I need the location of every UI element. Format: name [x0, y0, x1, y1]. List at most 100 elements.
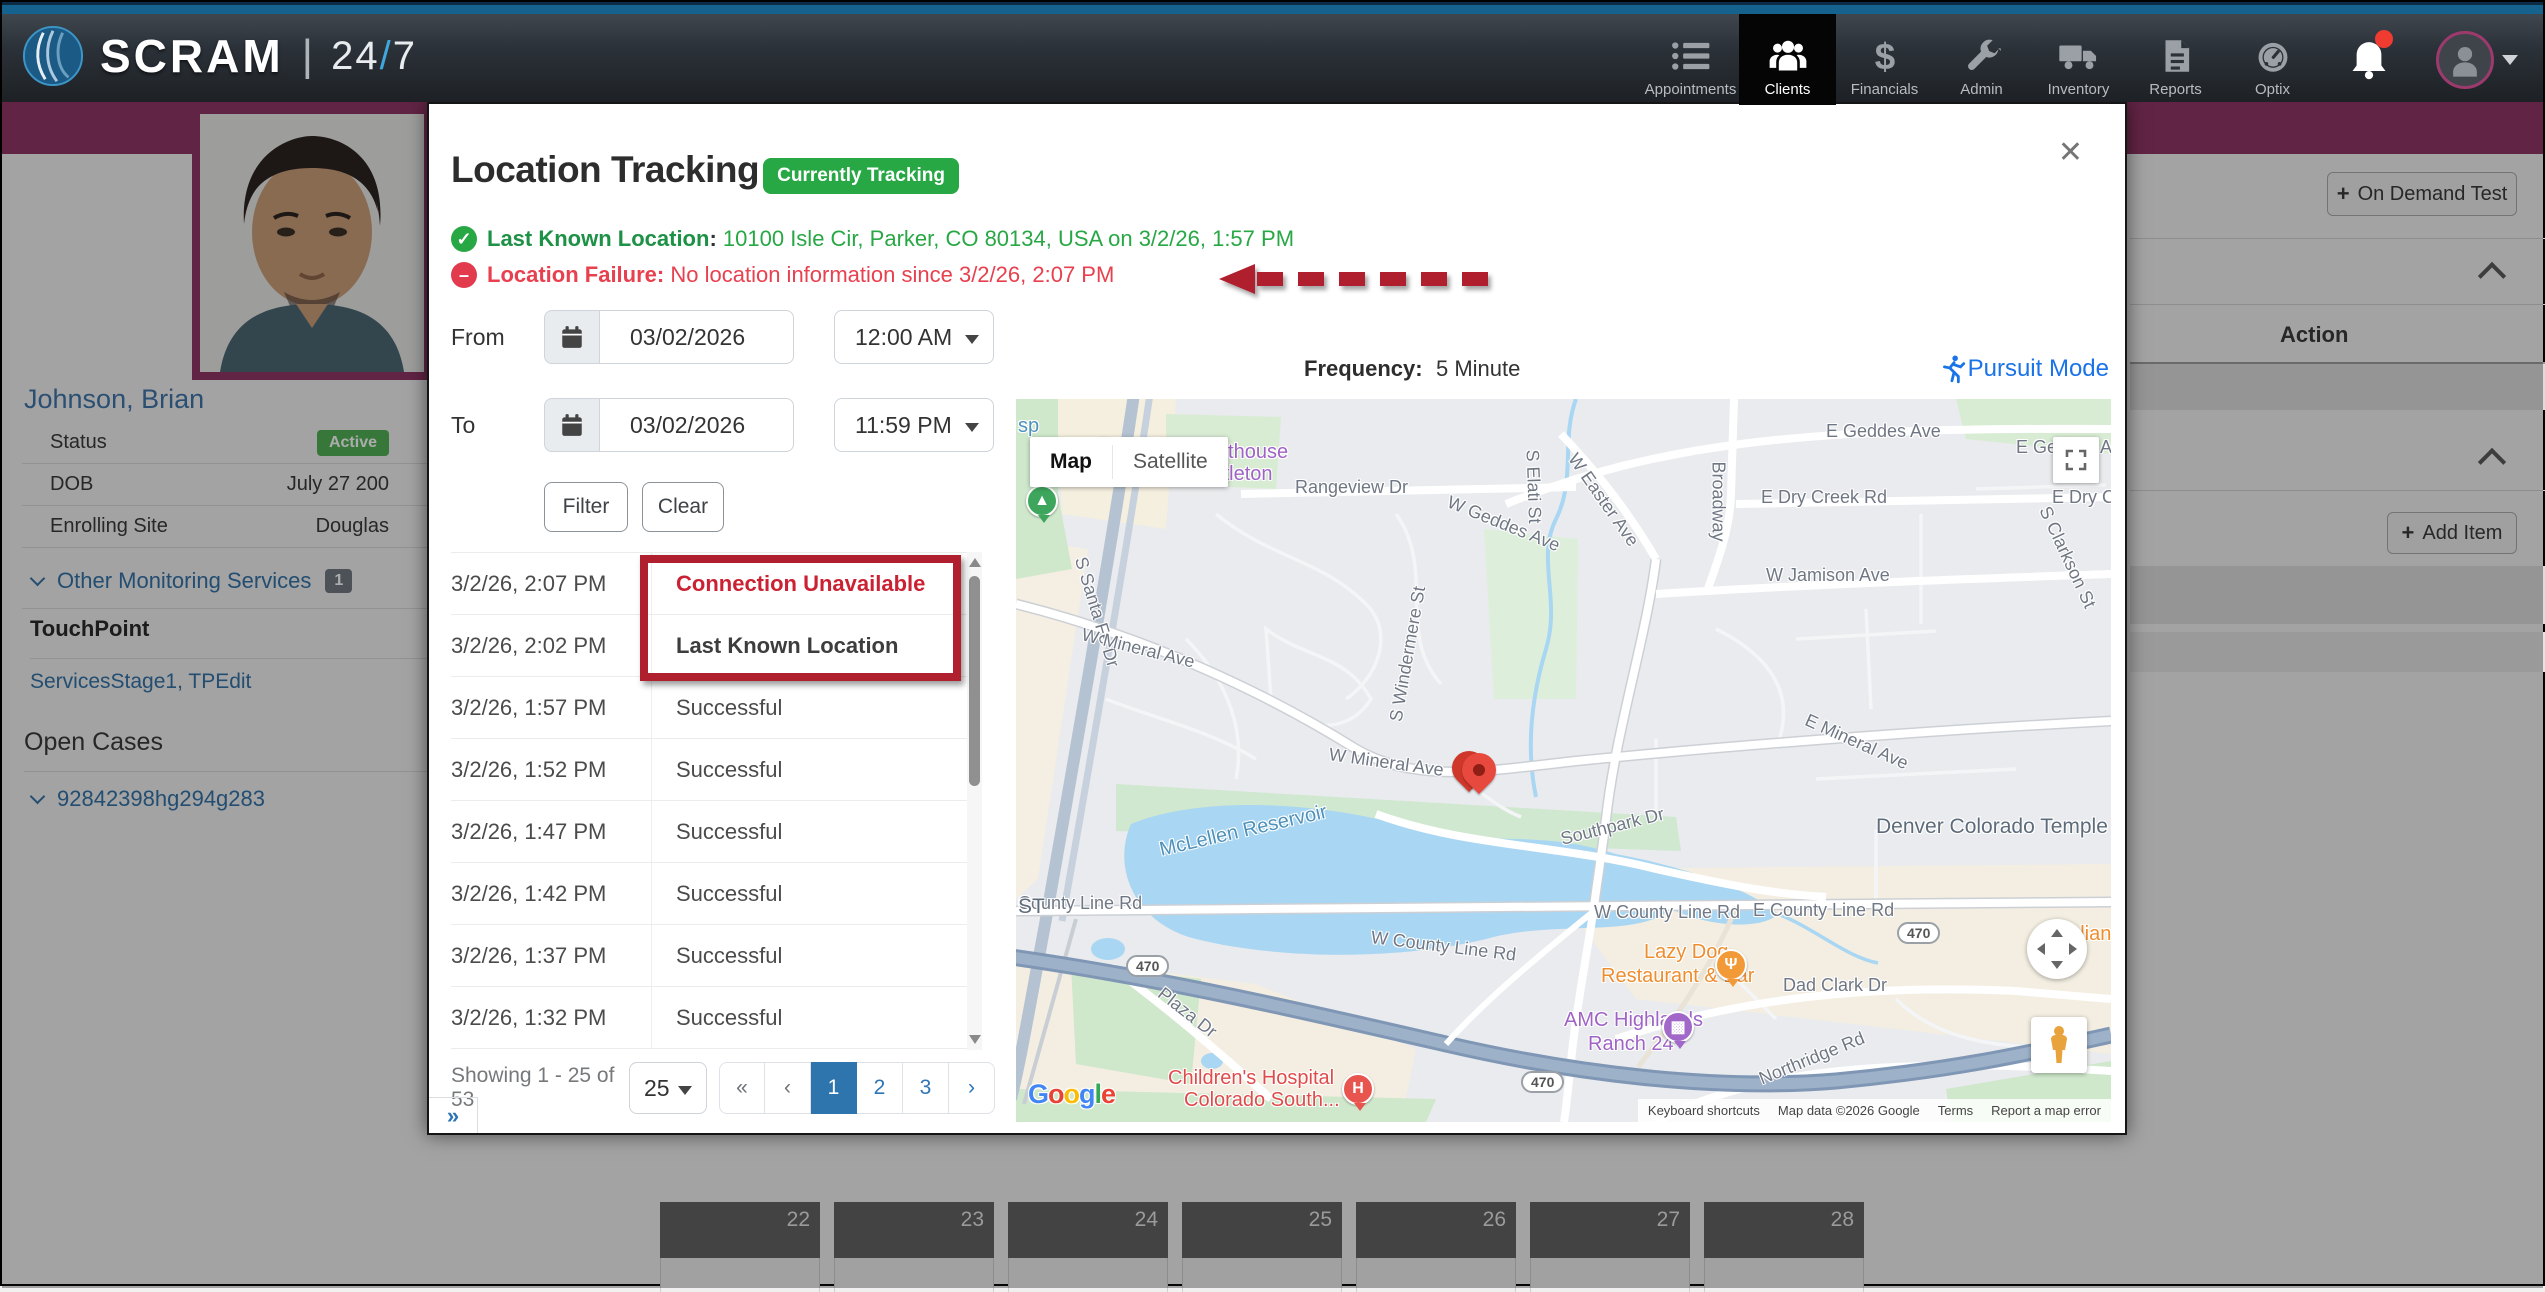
expand-panel-tab[interactable]: » — [429, 1097, 478, 1133]
map-label: E County Line Rd — [1753, 900, 1894, 921]
prev-page-button[interactable]: ‹ — [765, 1062, 811, 1114]
user-avatar-menu[interactable] — [2417, 14, 2537, 105]
table-row[interactable]: 3/2/26, 1:57 PM Successful — [451, 677, 967, 739]
chevron-down-icon — [965, 423, 979, 432]
nav-item-clients[interactable]: Clients — [1739, 14, 1836, 105]
top-navbar: SCRAM | 24/7 Appointments Clients $ Fina… — [2, 2, 2543, 102]
from-calendar-button[interactable] — [544, 310, 600, 364]
map-label: E Geddes Ave — [1826, 421, 1941, 442]
map-label: E Dry Creek Rd — [1761, 487, 1887, 508]
chevron-down-icon — [965, 335, 979, 344]
nav-item-appointments[interactable]: Appointments — [1642, 14, 1739, 105]
log-status: Successful — [651, 863, 967, 924]
runner-icon — [1940, 354, 1966, 384]
table-row[interactable]: 3/2/26, 2:07 PM Connection Unavailable — [451, 553, 967, 615]
table-row[interactable]: 3/2/26, 1:37 PM Successful — [451, 925, 967, 987]
nav-item-reports[interactable]: Reports — [2127, 14, 2224, 105]
annotation-arrow — [1219, 264, 1504, 294]
last-known-label: Last Known Location — [487, 226, 709, 251]
brand-logo[interactable]: SCRAM | 24/7 — [22, 25, 417, 87]
page-button-3[interactable]: 3 — [903, 1062, 949, 1114]
notifications-bell-icon[interactable] — [2321, 14, 2417, 105]
chevron-down-icon — [2502, 55, 2518, 65]
to-date-input[interactable] — [600, 398, 794, 452]
scroll-up-icon[interactable] — [969, 558, 981, 567]
nav-item-inventory[interactable]: Inventory — [2030, 14, 2127, 105]
log-status: Successful — [651, 677, 967, 738]
optix-gauge-icon — [2252, 37, 2294, 75]
reports-document-icon — [2155, 37, 2197, 75]
restaurant-poi-icon[interactable]: Ψ — [1715, 949, 1747, 981]
log-time: 3/2/26, 2:02 PM — [451, 633, 651, 659]
satellite-view-button[interactable]: Satellite — [1113, 437, 1228, 487]
filter-button[interactable]: Filter — [544, 482, 628, 532]
nav-items: Appointments Clients $ Financials Admin … — [1642, 14, 2537, 105]
table-row[interactable]: 3/2/26, 1:32 PM Successful — [451, 987, 967, 1049]
last-known-value: 10100 Isle Cir, Parker, CO 80134, USA on… — [723, 226, 1294, 251]
map-label: Rangeview Dr — [1295, 477, 1408, 498]
failure-label: Location Failure: — [487, 262, 664, 287]
pursuit-mode-link[interactable]: Pursuit Mode — [1940, 354, 2109, 384]
map-type-control: Map Satellite — [1030, 437, 1228, 487]
page-button-2[interactable]: 2 — [857, 1062, 903, 1114]
attribution-link[interactable]: Keyboard shortcuts — [1648, 1103, 1760, 1118]
pan-down-icon[interactable] — [2051, 961, 2063, 969]
close-icon[interactable]: ✕ — [2058, 138, 2083, 168]
pan-up-icon[interactable] — [2051, 929, 2063, 937]
from-date-input[interactable] — [600, 310, 794, 364]
map-label: Ranch 24 — [1588, 1033, 1674, 1056]
log-status: Successful — [651, 925, 967, 986]
first-page-button[interactable]: « — [719, 1062, 765, 1114]
hospital-poi-icon[interactable]: H — [1342, 1073, 1374, 1105]
table-row[interactable]: 3/2/26, 1:42 PM Successful — [451, 863, 967, 925]
map-label: Broadway — [1708, 462, 1729, 542]
list-scrollbar[interactable] — [967, 552, 982, 1050]
map-label: S Elati St — [1522, 449, 1546, 524]
table-row[interactable]: 3/2/26, 2:02 PM Last Known Location — [451, 615, 967, 677]
nav-item-financials[interactable]: $ Financials — [1836, 14, 1933, 105]
scroll-down-icon[interactable] — [969, 1035, 981, 1044]
map-label: Denver Colorado Temple — [1876, 815, 2108, 839]
pan-left-icon[interactable] — [2037, 943, 2045, 955]
page-button-1[interactable]: 1 — [811, 1062, 857, 1114]
scrollbar-thumb[interactable] — [969, 576, 980, 786]
nav-item-admin[interactable]: Admin — [1933, 14, 2030, 105]
pan-right-icon[interactable] — [2069, 943, 2077, 955]
log-time: 3/2/26, 2:07 PM — [451, 571, 651, 597]
google-map[interactable]: Alamo Drafthouse Cinema Littleton Rangev… — [1016, 399, 2111, 1122]
log-status: Successful — [651, 987, 967, 1048]
map-header-row: Frequency: 5 Minute Pursuit Mode — [1016, 356, 2111, 388]
brand-name: SCRAM — [100, 29, 284, 83]
map-pan-control[interactable] — [2027, 919, 2087, 979]
street-view-pegman[interactable] — [2031, 1017, 2087, 1073]
next-page-button[interactable]: › — [949, 1062, 995, 1114]
park-poi-icon[interactable]: ▲ — [1026, 485, 1058, 517]
table-row[interactable]: 3/2/26, 1:47 PM Successful — [451, 801, 967, 863]
map-view-button[interactable]: Map — [1030, 437, 1112, 487]
to-time-select[interactable]: 11:59 PM — [834, 398, 994, 452]
attribution-link[interactable]: Report a map error — [1991, 1103, 2101, 1118]
financials-dollar-icon: $ — [1864, 37, 1906, 75]
fullscreen-button[interactable] — [2053, 437, 2099, 483]
notification-dot — [2375, 30, 2393, 48]
map-label: Colorado South... — [1184, 1089, 1340, 1112]
attribution-link[interactable]: Terms — [1938, 1103, 1973, 1118]
location-tracking-modal: ✕ Location Tracking Currently Tracking ✓… — [427, 102, 2127, 1135]
to-calendar-button[interactable] — [544, 398, 600, 452]
log-time: 3/2/26, 1:57 PM — [451, 695, 651, 721]
page-size-select[interactable]: 25 — [629, 1062, 707, 1114]
log-time: 3/2/26, 1:32 PM — [451, 1005, 651, 1031]
minus-circle-icon: – — [451, 262, 477, 288]
map-label: ST — [1018, 895, 1045, 919]
from-time-select[interactable]: 12:00 AM — [834, 310, 994, 364]
movie-theater-poi-icon[interactable]: ▩ — [1662, 1011, 1694, 1043]
map-label: Children's Hospital — [1168, 1067, 1334, 1090]
modal-title: Location Tracking — [451, 149, 759, 191]
attribution-link[interactable]: Map data ©2026 Google — [1778, 1103, 1920, 1118]
table-row[interactable]: 3/2/26, 1:52 PM Successful — [451, 739, 967, 801]
clear-button[interactable]: Clear — [642, 482, 724, 532]
tracking-log-list: 3/2/26, 2:07 PM Connection Unavailable 3… — [451, 552, 967, 1049]
nav-item-optix[interactable]: Optix — [2224, 14, 2321, 105]
arrow-dashes — [1257, 272, 1502, 286]
admin-wrench-icon — [1961, 37, 2003, 75]
